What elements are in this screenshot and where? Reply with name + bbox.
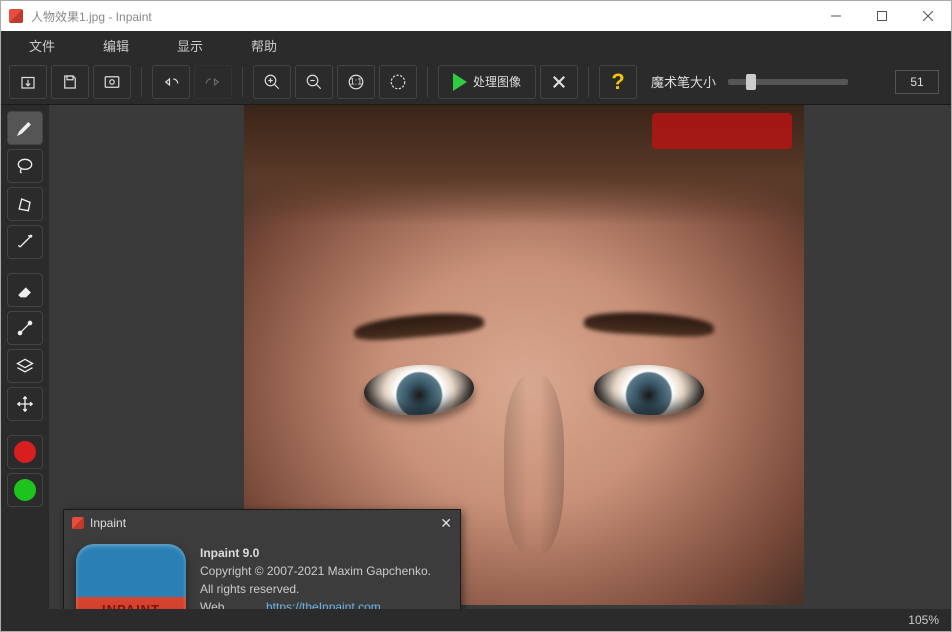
cancel-button[interactable] bbox=[540, 65, 578, 99]
zoom-out-button[interactable] bbox=[295, 65, 333, 99]
preview-button[interactable] bbox=[93, 65, 131, 99]
titlebar: 人物效果1.jpg - Inpaint bbox=[1, 1, 951, 31]
brush-size-label: 魔术笔大小 bbox=[651, 72, 716, 91]
about-logo bbox=[76, 544, 186, 609]
about-app-icon bbox=[72, 517, 84, 529]
maximize-button[interactable] bbox=[859, 1, 905, 31]
tool-line[interactable] bbox=[7, 311, 43, 345]
question-icon: ? bbox=[611, 69, 624, 95]
about-text: Inpaint 9.0 Copyright © 2007-2021 Maxim … bbox=[200, 544, 448, 609]
menubar: 文件 编辑 显示 帮助 bbox=[1, 31, 951, 59]
zoom-level: 105% bbox=[908, 613, 939, 627]
app-icon bbox=[9, 9, 23, 23]
tool-lasso[interactable] bbox=[7, 149, 43, 183]
color-green[interactable] bbox=[7, 473, 43, 507]
zoom-fit-button[interactable] bbox=[379, 65, 417, 99]
slider-thumb[interactable] bbox=[746, 74, 756, 90]
tool-magic-wand[interactable] bbox=[7, 225, 43, 259]
about-dialog: Inpaint ✕ Inpaint 9.0 Copyright © 2007-2… bbox=[63, 509, 461, 609]
about-copyright: Copyright © 2007-2021 Maxim Gapchenko. bbox=[200, 564, 431, 578]
brush-size-slider[interactable] bbox=[728, 79, 848, 85]
close-button[interactable] bbox=[905, 1, 951, 31]
play-icon bbox=[453, 73, 467, 91]
about-close-button[interactable]: ✕ bbox=[440, 515, 452, 532]
undo-button[interactable] bbox=[152, 65, 190, 99]
zoom-in-button[interactable] bbox=[253, 65, 291, 99]
minimize-button[interactable] bbox=[813, 1, 859, 31]
tool-marker[interactable] bbox=[7, 111, 43, 145]
process-button[interactable]: 处理图像 bbox=[438, 65, 536, 99]
about-title-text: Inpaint bbox=[90, 516, 126, 530]
color-red[interactable] bbox=[7, 435, 43, 469]
open-button[interactable] bbox=[9, 65, 47, 99]
brush-size-value[interactable]: 51 bbox=[895, 70, 939, 94]
about-product: Inpaint 9.0 bbox=[200, 546, 259, 560]
tool-eraser[interactable] bbox=[7, 273, 43, 307]
toolbar: 1:1 处理图像 ? 魔术笔大小 51 bbox=[1, 59, 951, 105]
zoom-actual-button[interactable]: 1:1 bbox=[337, 65, 375, 99]
redo-button[interactable] bbox=[194, 65, 232, 99]
app-window: 人物效果1.jpg - Inpaint 文件 编辑 显示 帮助 1:1 处理图像… bbox=[0, 0, 952, 632]
about-web-label: Web bbox=[200, 598, 258, 609]
help-button[interactable]: ? bbox=[599, 65, 637, 99]
menu-view[interactable]: 显示 bbox=[153, 36, 227, 55]
statusbar: 105% bbox=[1, 609, 951, 631]
about-rights: All rights reserved. bbox=[200, 582, 299, 596]
svg-text:1:1: 1:1 bbox=[350, 76, 363, 86]
about-web-link[interactable]: https://theInpaint.com bbox=[266, 598, 381, 609]
selection-mask bbox=[652, 113, 792, 149]
tool-move[interactable] bbox=[7, 387, 43, 421]
save-button[interactable] bbox=[51, 65, 89, 99]
menu-edit[interactable]: 编辑 bbox=[79, 36, 153, 55]
about-titlebar: Inpaint ✕ bbox=[64, 510, 460, 536]
tool-sidebar bbox=[1, 105, 49, 609]
tool-layers[interactable] bbox=[7, 349, 43, 383]
menu-file[interactable]: 文件 bbox=[5, 36, 79, 55]
window-title: 人物效果1.jpg - Inpaint bbox=[31, 8, 152, 25]
menu-help[interactable]: 帮助 bbox=[227, 36, 301, 55]
main-area: Inpaint ✕ Inpaint 9.0 Copyright © 2007-2… bbox=[1, 105, 951, 609]
tool-polygon[interactable] bbox=[7, 187, 43, 221]
